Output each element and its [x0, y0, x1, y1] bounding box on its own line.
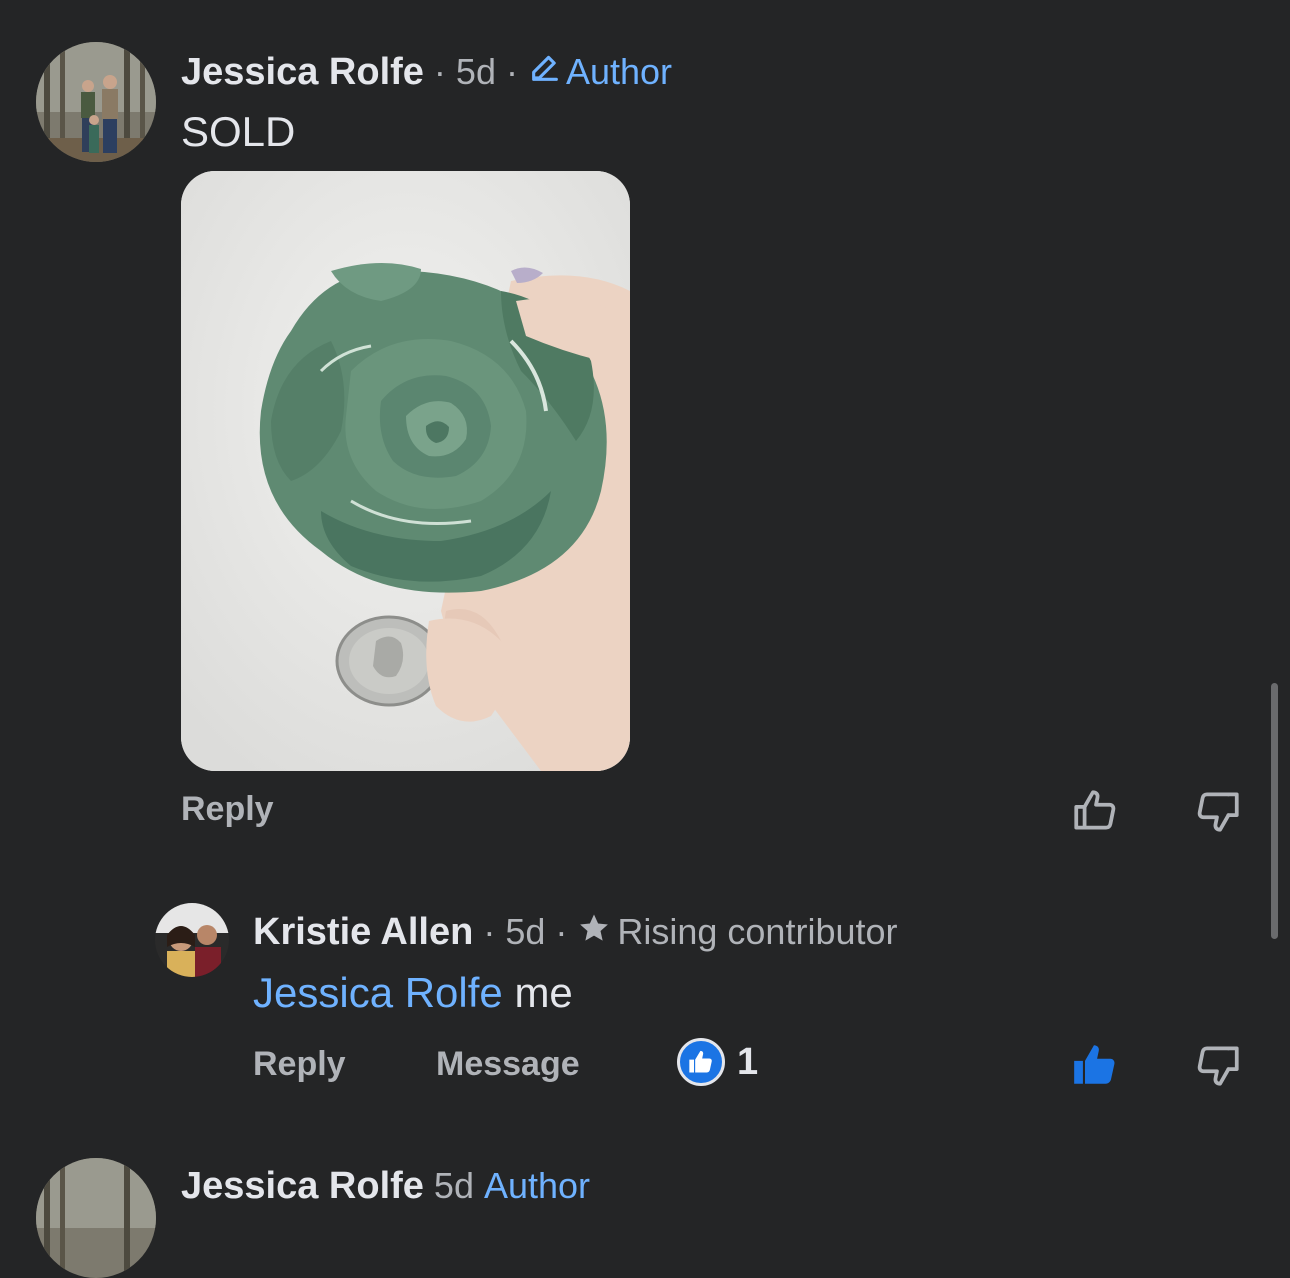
comment-photo[interactable]	[181, 171, 630, 771]
like-filled-icon[interactable]	[1070, 1040, 1120, 1090]
badge-label: Author	[565, 51, 673, 92]
author-name[interactable]: Kristie Allen	[253, 911, 473, 954]
author-name[interactable]: Jessica Rolfe	[181, 1165, 424, 1208]
reaction-count: 1	[737, 1040, 759, 1083]
comment-header: Jessica Rolfe · 5d · Author	[181, 48, 672, 96]
reply-button[interactable]: Reply	[253, 1043, 346, 1085]
comment-text: SOLD	[181, 108, 296, 155]
avatar-jessica-rolfe[interactable]	[36, 42, 156, 162]
pencil-icon	[528, 51, 562, 94]
scrollbar[interactable]	[1271, 683, 1278, 939]
reply-button[interactable]: Reply	[181, 788, 274, 830]
contributor-badge: Rising contributor	[577, 911, 898, 954]
dislike-icon[interactable]	[1193, 786, 1243, 836]
comment-header: Kristie Allen · 5d · Rising contributor	[253, 908, 898, 956]
timestamp[interactable]: 5d	[505, 911, 545, 953]
message-button[interactable]: Message	[436, 1043, 580, 1085]
reaction-summary[interactable]: 1	[677, 1038, 758, 1086]
author-badge: Author	[528, 51, 672, 94]
avatar-kristie-allen[interactable]	[155, 903, 229, 977]
comment-body: me	[514, 969, 573, 1016]
timestamp[interactable]: 5d	[456, 51, 496, 93]
separator: ·	[483, 911, 496, 952]
author-name[interactable]: Jessica Rolfe	[181, 51, 424, 94]
separator: ·	[555, 911, 568, 952]
dislike-icon[interactable]	[1193, 1040, 1243, 1090]
timestamp[interactable]: 5d	[434, 1165, 474, 1207]
badge-label: Author	[483, 1165, 591, 1206]
like-reaction-icon	[677, 1038, 725, 1086]
like-icon[interactable]	[1070, 786, 1120, 836]
separator: ·	[433, 51, 446, 92]
separator: ·	[505, 51, 518, 92]
comment-text: Jessica Rolfe me	[253, 966, 573, 1020]
avatar-jessica-rolfe[interactable]	[36, 1158, 156, 1278]
comment-header: Jessica Rolfe 5d Author	[181, 1162, 590, 1210]
star-icon	[577, 911, 611, 954]
badge-label: Rising contributor	[617, 911, 898, 952]
mention-link[interactable]: Jessica Rolfe	[253, 969, 503, 1016]
